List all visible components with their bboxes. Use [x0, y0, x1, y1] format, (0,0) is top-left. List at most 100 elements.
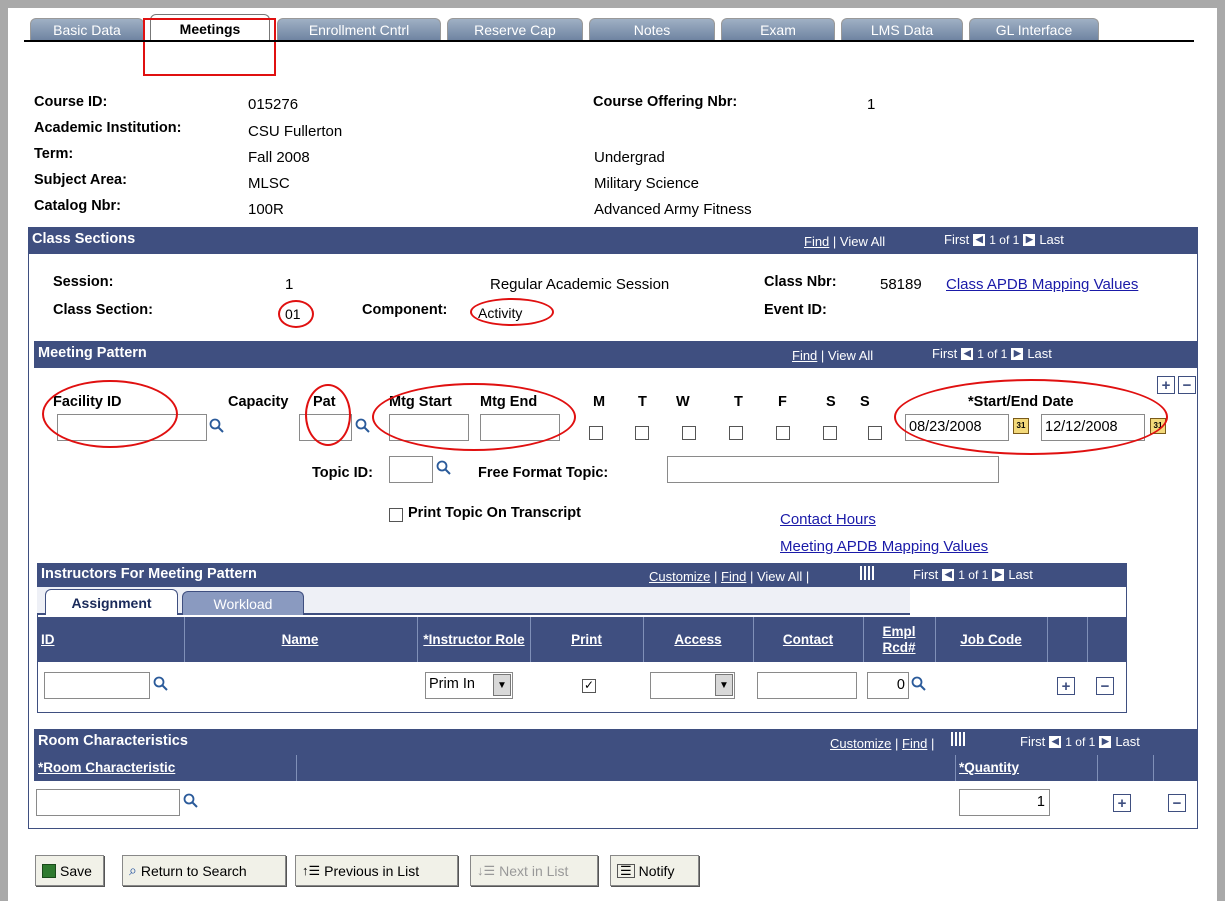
room-last[interactable]: Last — [1115, 734, 1140, 749]
highlight-mtg-times — [372, 383, 576, 451]
save-button[interactable]: Save — [35, 855, 104, 886]
prev-arrow-icon[interactable]: ◀ — [972, 232, 987, 247]
prev-arrow-icon[interactable]: ◀ — [941, 567, 956, 582]
col-contact[interactable]: Contact — [753, 617, 863, 662]
wednesday-checkbox[interactable] — [682, 426, 696, 440]
tab-reserve-cap[interactable]: Reserve Cap — [447, 18, 583, 41]
col-print[interactable]: Print — [530, 617, 643, 662]
search-icon[interactable] — [183, 793, 199, 809]
chevron-down-icon[interactable]: ▼ — [493, 674, 511, 696]
highlight-facility — [42, 380, 178, 448]
search-icon[interactable] — [911, 676, 927, 692]
capacity-label: Capacity — [228, 394, 289, 410]
col-separator — [1097, 755, 1098, 781]
previous-in-list-button[interactable]: ↑☰ Previous in List — [295, 855, 458, 886]
delete-row-icon[interactable]: − — [1096, 677, 1114, 695]
search-icon[interactable] — [436, 460, 452, 476]
return-to-search-button[interactable]: ⌕ Return to Search — [122, 855, 286, 886]
instructors-last[interactable]: Last — [1008, 567, 1033, 582]
col-quantity[interactable]: *Quantity — [955, 755, 1095, 781]
instructors-first[interactable]: First — [913, 567, 938, 582]
class-sections-first[interactable]: First — [944, 232, 969, 247]
room-characteristics-title: Room Characteristics — [38, 733, 188, 749]
col-job-code[interactable]: Job Code — [935, 617, 1047, 662]
room-characteristic-input[interactable] — [36, 789, 180, 816]
col-room-characteristic[interactable]: *Room Characteristic — [34, 755, 296, 781]
search-icon[interactable] — [209, 418, 225, 434]
meeting-apdb-link[interactable]: Meeting APDB Mapping Values — [780, 538, 988, 555]
notify-button[interactable]: ☰ Notify — [610, 855, 699, 886]
col-empl-rcd[interactable]: Empl Rcd# — [863, 617, 935, 662]
col-access[interactable]: Access — [643, 617, 753, 662]
sunday-checkbox[interactable] — [868, 426, 882, 440]
next-in-list-button[interactable]: ↓☰ Next in List — [470, 855, 598, 886]
print-checkbox[interactable]: ✓ — [582, 679, 596, 693]
quantity-input[interactable]: 1 — [959, 789, 1050, 816]
saturday-checkbox[interactable] — [823, 426, 837, 440]
session-label: Session: — [53, 274, 114, 290]
next-arrow-icon[interactable]: ▶ — [991, 567, 1006, 582]
instructors-find-link[interactable]: Find — [721, 569, 746, 584]
monday-checkbox[interactable] — [589, 426, 603, 440]
class-section-label: Class Section: — [53, 302, 153, 318]
col-instructor-role[interactable]: *Instructor Role — [418, 617, 530, 662]
search-icon[interactable] — [153, 676, 169, 692]
class-apdb-link[interactable]: Class APDB Mapping Values — [946, 276, 1138, 293]
chevron-down-icon[interactable]: ▼ — [715, 674, 733, 696]
class-sections-last[interactable]: Last — [1039, 232, 1064, 247]
next-arrow-icon[interactable]: ▶ — [1022, 232, 1037, 247]
room-first[interactable]: First — [1020, 734, 1045, 749]
meeting-pattern-first[interactable]: First — [932, 346, 957, 361]
col-id[interactable]: ID — [37, 617, 184, 662]
instructor-id-input[interactable] — [44, 672, 150, 699]
tab-enrollment-cntrl[interactable]: Enrollment Cntrl — [277, 18, 441, 41]
room-find-link[interactable]: Find — [902, 736, 927, 751]
instructors-view-all[interactable]: View All — [757, 569, 802, 584]
col-separator — [643, 617, 644, 662]
add-row-icon[interactable]: + — [1057, 677, 1075, 695]
next-arrow-icon[interactable]: ▶ — [1010, 346, 1025, 361]
day-label-mon: M — [593, 394, 606, 410]
next-arrow-icon[interactable]: ▶ — [1098, 734, 1113, 749]
prev-arrow-icon[interactable]: ◀ — [960, 346, 975, 361]
prev-arrow-icon[interactable]: ◀ — [1048, 734, 1063, 749]
tuesday-checkbox[interactable] — [635, 426, 649, 440]
thursday-checkbox[interactable] — [729, 426, 743, 440]
subtab-workload[interactable]: Workload — [182, 591, 304, 615]
meeting-pattern-find-link[interactable]: Find — [792, 348, 817, 363]
tab-gl-interface[interactable]: GL Interface — [969, 18, 1099, 41]
friday-checkbox[interactable] — [776, 426, 790, 440]
contact-input[interactable] — [757, 672, 857, 699]
class-sections-header: Class Sections Find | View All First ◀ 1… — [28, 227, 1198, 254]
tab-notes[interactable]: Notes — [589, 18, 715, 41]
subtab-assignment[interactable]: Assignment — [45, 589, 178, 615]
search-icon: ⌕ — [129, 862, 137, 878]
tab-lms-data[interactable]: LMS Data — [841, 18, 963, 41]
tab-exam[interactable]: Exam — [721, 18, 835, 41]
subject-label: Subject Area: — [34, 172, 127, 188]
grid-download-icon[interactable] — [951, 732, 965, 746]
topic-id-input[interactable] — [389, 456, 433, 483]
room-customize-link[interactable]: Customize — [830, 736, 891, 751]
col-separator — [753, 617, 754, 662]
highlight-class-section — [278, 300, 314, 328]
class-sections-view-all[interactable]: View All — [840, 234, 885, 249]
add-row-icon[interactable]: + — [1157, 376, 1175, 394]
free-format-topic-input[interactable] — [667, 456, 999, 483]
add-row-icon[interactable]: + — [1113, 794, 1131, 812]
empl-rcd-input[interactable]: 0 — [867, 672, 909, 699]
col-name[interactable]: Name — [184, 617, 416, 662]
instructors-customize-link[interactable]: Customize — [649, 569, 710, 584]
class-sections-find-link[interactable]: Find — [804, 234, 829, 249]
print-topic-checkbox[interactable] — [389, 508, 403, 522]
meeting-pattern-view-all[interactable]: View All — [828, 348, 873, 363]
grid-download-icon[interactable] — [860, 566, 874, 580]
tab-basic-data[interactable]: Basic Data — [30, 18, 144, 41]
meeting-pattern-last[interactable]: Last — [1027, 346, 1052, 361]
delete-row-icon[interactable]: − — [1178, 376, 1196, 394]
contact-hours-link[interactable]: Contact Hours — [780, 511, 876, 528]
day-label-thu: T — [734, 394, 743, 410]
col-separator — [184, 617, 185, 662]
search-icon[interactable] — [355, 418, 371, 434]
delete-row-icon[interactable]: − — [1168, 794, 1186, 812]
